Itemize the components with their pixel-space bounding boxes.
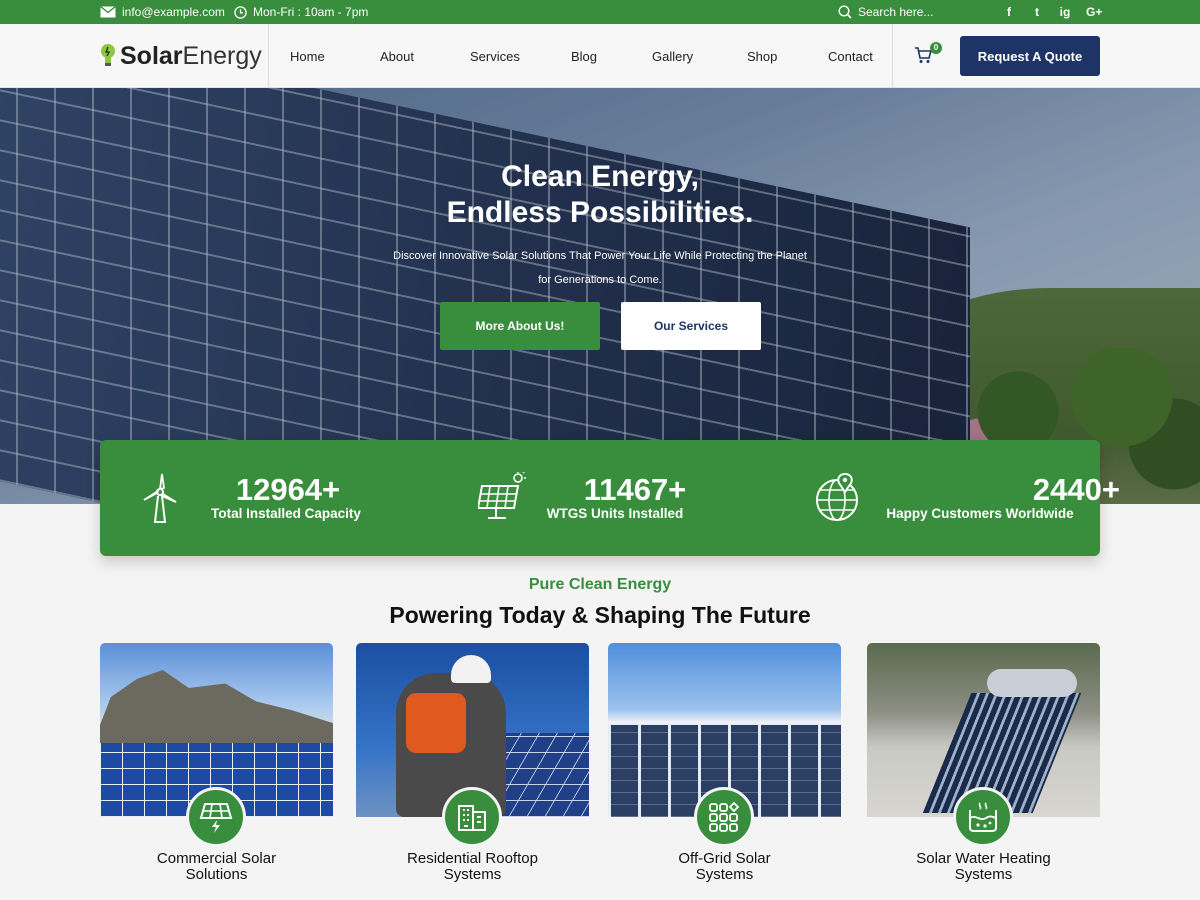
section-title: Powering Today & Shaping The Future xyxy=(389,602,811,628)
stat-happy-customers: 2440+ Happy Customers Worldwide xyxy=(770,440,1120,556)
hero-subtitle-line1: Discover Innovative Solar Solutions That… xyxy=(393,250,807,262)
top-bar: info@example.com Mon-Fri : 10am - 7pm Se… xyxy=(0,0,1200,24)
card-icon-badge xyxy=(186,787,246,847)
logo-solar: Solar xyxy=(120,41,183,70)
stat-wtgs-units: 11467+ WTGS Units Installed xyxy=(435,440,765,556)
our-services-button[interactable]: Our Services xyxy=(621,302,761,350)
globe-location-icon xyxy=(816,472,858,521)
divider xyxy=(892,24,893,88)
facebook-icon[interactable]: f xyxy=(1002,5,1016,19)
more-about-us-button[interactable]: More About Us! xyxy=(440,302,600,350)
hero-title-line1: Clean Energy, xyxy=(501,160,699,193)
nav-about[interactable]: About xyxy=(380,49,414,64)
card-title-line1: Commercial Solar xyxy=(156,850,277,867)
hero-title-line2: Endless Possibilities. xyxy=(446,196,754,229)
stat-value: 12964+ xyxy=(235,472,341,507)
cart-button[interactable]: 0 xyxy=(914,42,942,68)
topbar-email[interactable]: info@example.com xyxy=(100,0,225,24)
nav-blog[interactable]: Blog xyxy=(571,49,597,64)
card-title-line2: Systems xyxy=(695,866,754,883)
site-header: SolarEnergy Home About Services Blog Gal… xyxy=(0,24,1200,88)
card-title-line1: Residential Rooftop xyxy=(407,850,538,867)
stats-bar: 12964+ Total Installed Capacity 11467+ W… xyxy=(100,440,1120,556)
nav-gallery[interactable]: Gallery xyxy=(652,49,693,64)
card-title-line2: Systems xyxy=(954,866,1013,883)
hours-text: Mon-Fri : 10am - 7pm xyxy=(253,5,369,19)
card-title: Residential Rooftop Systems xyxy=(356,851,589,883)
stat-installed-capacity: 12964+ Total Installed Capacity xyxy=(100,440,430,556)
hero-subtitle-line2: for Generations to Come. xyxy=(538,274,662,286)
instagram-icon[interactable]: ig xyxy=(1058,5,1072,19)
topbar-search[interactable]: Search here... xyxy=(838,0,933,24)
google-plus-icon[interactable]: G+ xyxy=(1086,5,1102,19)
service-card-water-heating[interactable]: Solar Water Heating Systems xyxy=(867,643,1100,900)
card-title: Solar Water Heating Systems xyxy=(867,851,1100,883)
wind-turbine-icon xyxy=(143,473,177,523)
stat-value: 2440+ xyxy=(1032,472,1120,507)
nav-services[interactable]: Services xyxy=(470,49,520,64)
card-title: Off-Grid Solar Systems xyxy=(608,851,841,883)
email-text: info@example.com xyxy=(122,5,225,19)
card-icon-badge xyxy=(694,787,754,847)
water-tank-icon xyxy=(969,802,997,832)
logo-energy: Energy xyxy=(182,41,262,70)
logo[interactable]: SolarEnergy xyxy=(100,24,262,88)
envelope-icon xyxy=(100,6,116,18)
grid-cells-icon xyxy=(709,801,740,832)
section-eyebrow: Pure Clean Energy xyxy=(528,576,672,593)
stat-label: Total Installed Capacity xyxy=(211,506,361,521)
stat-label: Happy Customers Worldwide xyxy=(886,506,1074,521)
card-icon-badge xyxy=(442,787,502,847)
solar-panel-bolt-icon xyxy=(199,803,233,833)
nav-shop[interactable]: Shop xyxy=(747,49,777,64)
social-links: f t ig G+ xyxy=(1002,0,1102,24)
solar-panel-icon xyxy=(478,472,526,519)
lightbulb-icon xyxy=(101,44,115,66)
service-card-residential[interactable]: Residential Rooftop Systems xyxy=(356,643,589,900)
building-icon xyxy=(458,805,486,831)
search-input[interactable]: Search here... xyxy=(858,5,933,19)
card-title: Commercial Solar Solutions xyxy=(100,851,333,883)
nav-contact[interactable]: Contact xyxy=(828,49,873,64)
search-icon[interactable] xyxy=(838,5,852,19)
stat-label: WTGS Units Installed xyxy=(546,506,684,521)
divider xyxy=(268,24,269,88)
card-title-line1: Off-Grid Solar xyxy=(678,850,771,867)
service-card-offgrid[interactable]: Off-Grid Solar Systems xyxy=(608,643,841,900)
card-icon-badge xyxy=(953,787,1013,847)
service-card-commercial[interactable]: Commercial Solar Solutions xyxy=(100,643,333,900)
request-quote-button[interactable]: Request A Quote xyxy=(960,36,1100,76)
topbar-hours: Mon-Fri : 10am - 7pm xyxy=(234,0,368,24)
card-title-line2: Solutions xyxy=(185,866,248,883)
cart-count-badge: 0 xyxy=(930,42,942,54)
twitter-icon[interactable]: t xyxy=(1030,5,1044,19)
clock-icon xyxy=(234,5,247,19)
card-title-line2: Systems xyxy=(443,866,502,883)
card-title-line1: Solar Water Heating xyxy=(916,850,1051,867)
nav-home[interactable]: Home xyxy=(290,49,325,64)
stat-value: 11467+ xyxy=(583,472,687,507)
